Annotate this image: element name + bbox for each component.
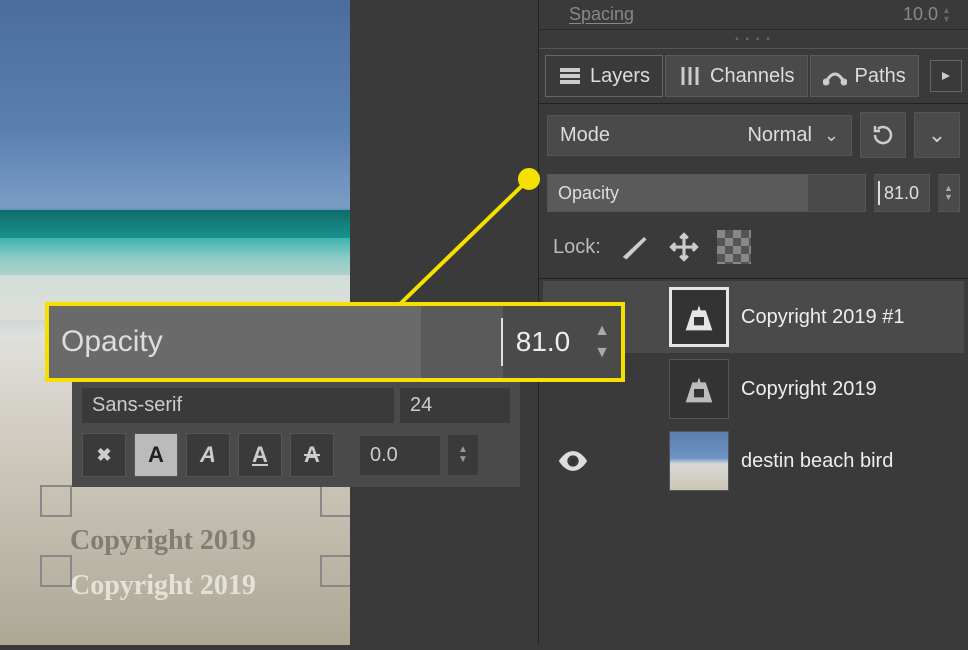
layer-visibility-toggle[interactable] bbox=[549, 431, 597, 491]
layer-thumbnail[interactable] bbox=[669, 287, 729, 347]
tab-paths[interactable]: Paths bbox=[810, 55, 919, 97]
layer-name[interactable]: Copyright 2019 bbox=[741, 378, 958, 401]
opacity-label: Opacity bbox=[61, 325, 163, 359]
opacity-label: Opacity bbox=[558, 183, 619, 204]
baseline-stepper[interactable]: ▲ ▼ bbox=[448, 435, 478, 475]
font-family-field[interactable]: Sans-serif bbox=[82, 388, 394, 423]
opacity-slider-large[interactable]: Opacity bbox=[49, 306, 503, 378]
tab-layers[interactable]: Layers bbox=[545, 55, 663, 97]
chevron-up-icon[interactable]: ▲ bbox=[594, 322, 610, 340]
reset-mode-button[interactable] bbox=[860, 112, 906, 158]
selection-handle[interactable] bbox=[40, 485, 72, 517]
mode-value: Normal bbox=[747, 124, 811, 147]
spacing-label: Spacing bbox=[569, 4, 903, 25]
tab-channels-label: Channels bbox=[710, 65, 795, 88]
selection-handle[interactable] bbox=[320, 485, 352, 517]
font-size-field[interactable]: 24 bbox=[400, 388, 510, 423]
opacity-callout: Opacity 81.0 ▲ ▼ bbox=[45, 302, 625, 382]
lock-row: Lock: bbox=[539, 220, 968, 279]
image-region bbox=[0, 238, 350, 278]
layer-thumbnail[interactable] bbox=[669, 359, 729, 419]
layers-icon bbox=[558, 64, 582, 88]
chevron-down-icon[interactable]: ▼ bbox=[942, 15, 960, 24]
italic-button[interactable]: A bbox=[186, 433, 230, 477]
clear-style-button[interactable]: ✖ bbox=[82, 433, 126, 477]
selection-handle[interactable] bbox=[40, 555, 72, 587]
lock-alpha-button[interactable] bbox=[717, 230, 751, 264]
opacity-slider[interactable]: Opacity bbox=[547, 174, 866, 212]
text-caret bbox=[878, 181, 880, 205]
layer-item[interactable]: destin beach bird bbox=[543, 425, 964, 497]
strike-button[interactable]: A bbox=[290, 433, 334, 477]
chevron-down-icon: ⌄ bbox=[928, 122, 946, 148]
text-caret bbox=[501, 318, 503, 366]
tab-channels[interactable]: Channels bbox=[665, 55, 808, 97]
image-region bbox=[0, 210, 350, 240]
chevron-down-icon[interactable]: ▼ bbox=[594, 344, 610, 362]
canvas-text-layer-2[interactable]: Copyright 2019 bbox=[70, 570, 256, 602]
mode-label: Mode bbox=[560, 124, 610, 147]
tab-paths-label: Paths bbox=[855, 65, 906, 88]
selection-handle[interactable] bbox=[320, 555, 352, 587]
blend-mode-row: Mode Normal ⌄ ⌄ bbox=[539, 104, 968, 166]
layer-name[interactable]: destin beach bird bbox=[741, 450, 958, 473]
opacity-value-field[interactable]: 81.0 bbox=[874, 174, 930, 212]
lock-position-button[interactable] bbox=[667, 230, 701, 264]
underline-button[interactable]: A bbox=[238, 433, 282, 477]
spacing-value[interactable]: 10.0 bbox=[903, 4, 942, 25]
dock-menu-button[interactable] bbox=[930, 60, 962, 92]
baseline-field[interactable]: 0.0 bbox=[360, 436, 440, 475]
layer-thumbnail[interactable] bbox=[669, 431, 729, 491]
paths-icon bbox=[823, 64, 847, 88]
lock-pixels-button[interactable] bbox=[617, 230, 651, 264]
opacity-row: Opacity 81.0 ▲ ▼ bbox=[539, 166, 968, 220]
chevron-down-icon[interactable]: ▼ bbox=[944, 193, 953, 202]
opacity-stepper[interactable]: ▲ ▼ bbox=[583, 306, 621, 378]
panel-drag-grip[interactable]: ▪ ▪ ▪ ▪ bbox=[539, 30, 968, 48]
mode-menu-button[interactable]: ⌄ bbox=[914, 112, 960, 158]
opacity-stepper[interactable]: ▲ ▼ bbox=[938, 174, 960, 212]
opacity-value: 81.0 bbox=[516, 326, 571, 358]
spacing-stepper[interactable]: ▲▼ bbox=[942, 6, 960, 24]
blend-mode-select[interactable]: Mode Normal ⌄ bbox=[547, 115, 852, 156]
tab-layers-label: Layers bbox=[590, 65, 650, 88]
text-tool-options: Sans-serif 24 ✖ A A A A 0.0 ▲ ▼ bbox=[72, 382, 520, 487]
channels-icon bbox=[678, 64, 702, 88]
opacity-value-field[interactable]: 81.0 bbox=[503, 306, 583, 378]
chevron-down-icon[interactable]: ▼ bbox=[458, 455, 468, 465]
chevron-down-icon: ⌄ bbox=[824, 125, 839, 146]
canvas-text-layer-1[interactable]: Copyright 2019 bbox=[70, 525, 256, 557]
lock-label: Lock: bbox=[553, 236, 601, 259]
spacing-row[interactable]: Spacing 10.0 ▲▼ bbox=[539, 0, 968, 30]
bold-button[interactable]: A bbox=[134, 433, 178, 477]
layer-name[interactable]: Copyright 2019 #1 bbox=[741, 306, 958, 329]
callout-anchor-dot bbox=[518, 168, 540, 190]
opacity-value: 81.0 bbox=[884, 183, 919, 204]
dock-tabs: Layers Channels Paths bbox=[539, 48, 968, 104]
